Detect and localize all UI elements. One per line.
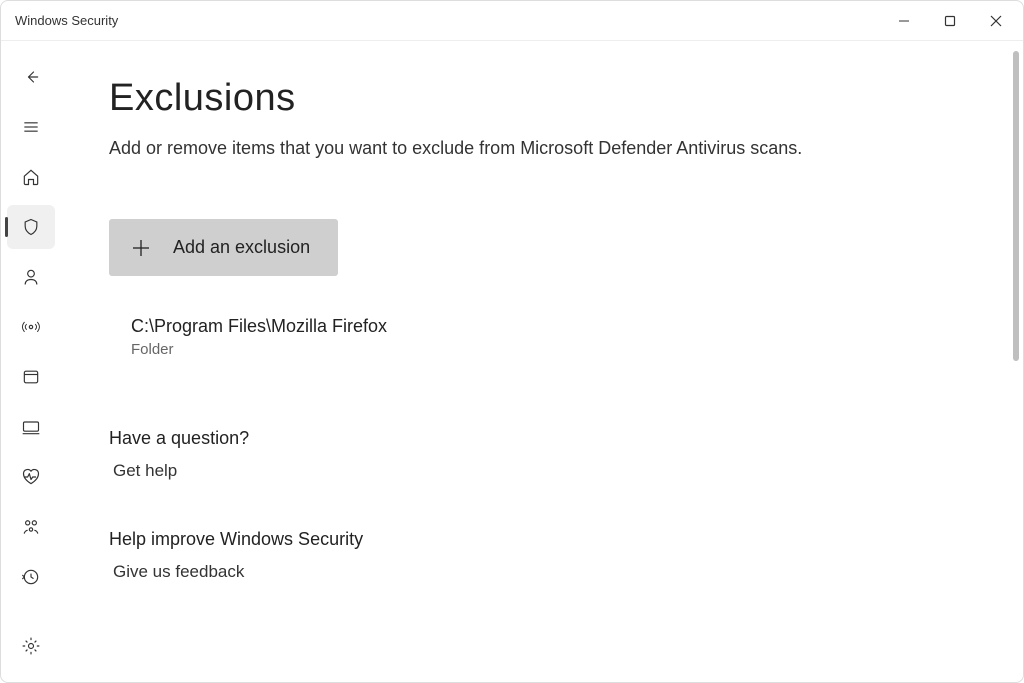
- sidebar-item-family-options[interactable]: [7, 505, 55, 549]
- sidebar-item-virus-protection[interactable]: [7, 205, 55, 249]
- maximize-button[interactable]: [927, 2, 973, 40]
- maximize-icon: [944, 15, 956, 27]
- page-subtitle: Add or remove items that you want to exc…: [109, 138, 975, 159]
- get-help-link[interactable]: Get help: [109, 461, 975, 481]
- device-icon: [21, 417, 41, 437]
- feedback-link[interactable]: Give us feedback: [109, 562, 975, 582]
- exclusion-path: C:\Program Files\Mozilla Firefox: [131, 316, 975, 337]
- plus-icon: [131, 238, 151, 258]
- help-heading: Have a question?: [109, 428, 975, 449]
- shield-icon: [21, 217, 41, 237]
- page-title: Exclusions: [109, 77, 975, 120]
- window-title: Windows Security: [15, 13, 118, 28]
- family-icon: [21, 517, 41, 537]
- sidebar-item-app-browser-control[interactable]: [7, 355, 55, 399]
- back-button[interactable]: [7, 55, 55, 99]
- window-controls: [881, 2, 1019, 40]
- heart-health-icon: [21, 467, 41, 487]
- app-control-icon: [21, 367, 41, 387]
- sidebar-item-device-security[interactable]: [7, 405, 55, 449]
- exclusion-type: Folder: [131, 341, 975, 358]
- menu-button[interactable]: [7, 105, 55, 149]
- sidebar-item-device-performance[interactable]: [7, 455, 55, 499]
- sidebar-item-account-protection[interactable]: [7, 255, 55, 299]
- history-icon: [21, 567, 41, 587]
- sidebar-item-firewall[interactable]: [7, 305, 55, 349]
- network-icon: [21, 317, 41, 337]
- add-exclusion-label: Add an exclusion: [173, 237, 310, 258]
- arrow-left-icon: [21, 67, 41, 87]
- scrollbar[interactable]: [1013, 51, 1019, 361]
- sidebar-item-settings[interactable]: [7, 624, 55, 668]
- sidebar: [1, 41, 61, 682]
- close-icon: [990, 15, 1002, 27]
- home-icon: [21, 167, 41, 187]
- minimize-button[interactable]: [881, 2, 927, 40]
- hamburger-icon: [21, 117, 41, 137]
- gear-icon: [21, 636, 41, 656]
- sidebar-item-protection-history[interactable]: [7, 555, 55, 599]
- sidebar-item-home[interactable]: [7, 155, 55, 199]
- add-exclusion-button[interactable]: Add an exclusion: [109, 219, 338, 276]
- minimize-icon: [898, 15, 910, 27]
- titlebar: Windows Security: [1, 1, 1023, 41]
- exclusion-item[interactable]: C:\Program Files\Mozilla Firefox Folder: [109, 316, 975, 358]
- close-button[interactable]: [973, 2, 1019, 40]
- content-area: Exclusions Add or remove items that you …: [61, 41, 1023, 682]
- account-icon: [21, 267, 41, 287]
- improve-heading: Help improve Windows Security: [109, 529, 975, 550]
